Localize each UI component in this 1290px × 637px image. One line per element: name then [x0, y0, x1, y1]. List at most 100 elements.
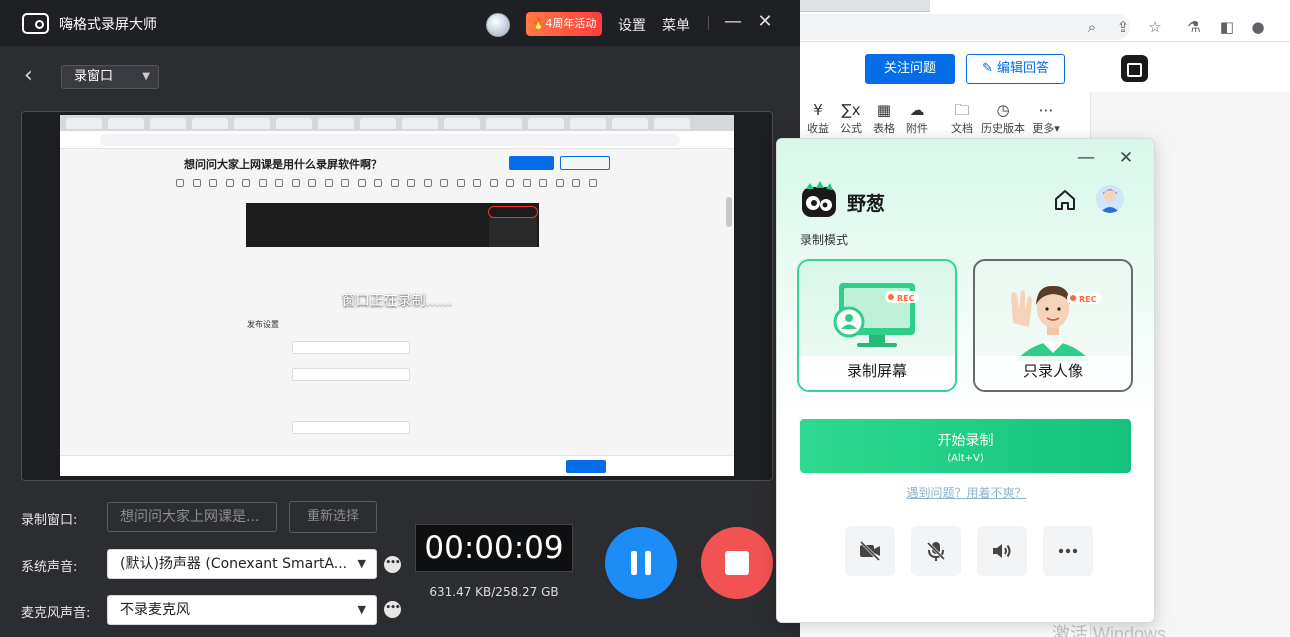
close-icon[interactable]: ✕ [1117, 149, 1135, 167]
preview-urlbar [60, 131, 734, 149]
recorder-window: 嗨格式录屏大师 🔥4周年活动 设置 菜单 — ✕ ‹ 录窗口 ▼ 想问问大家上网… [0, 0, 800, 637]
share-icon[interactable]: ⇪ [1113, 17, 1133, 37]
camera-toggle-button[interactable] [845, 526, 895, 576]
brand-name: 野葱 [847, 193, 886, 215]
preview-tool-icon [588, 179, 597, 187]
recording-timer: 00:00:09 [415, 524, 573, 572]
back-arrow-icon[interactable]: ‹ [24, 64, 44, 88]
record-mode-value: 录窗口 [74, 69, 114, 84]
toolbar-table-button[interactable]: ▦ 表格 [866, 100, 902, 136]
preview-dark-video [246, 203, 539, 247]
preview-tab [150, 118, 186, 129]
minimize-icon[interactable]: — [1077, 149, 1095, 167]
preview-tab [108, 118, 144, 129]
toolbar-document-button[interactable]: 🗀 文档 [944, 100, 980, 136]
system-audio-more-icon[interactable]: ••• [384, 556, 401, 573]
edit-answer-button[interactable]: ✎ 编辑回答 [966, 54, 1065, 84]
start-recording-button[interactable]: 开始录制 (Alt+V) [800, 419, 1131, 473]
preview-tool-icon [440, 179, 448, 187]
user-avatar[interactable] [486, 13, 510, 37]
camera-off-icon [859, 540, 881, 562]
window-title-value: 想问问大家上网课是... [120, 509, 260, 525]
user-avatar[interactable] [1096, 185, 1124, 213]
settings-link[interactable]: 设置 [618, 15, 646, 35]
help-feedback-link[interactable]: 遇到问题？用着不爽？ [777, 484, 1154, 501]
mode-card-portrait[interactable]: REC 只录人像 [973, 259, 1133, 392]
preview-form-title: 发布设置 [247, 320, 279, 329]
address-pill[interactable] [800, 14, 1130, 40]
recorder-tray-icon[interactable] [1121, 55, 1148, 82]
preview-tool-icon [275, 179, 283, 187]
system-audio-label: 系统声音: [21, 560, 78, 575]
preview-scrollbar [726, 197, 732, 227]
preview-field [292, 368, 410, 381]
mic-audio-select[interactable]: 不录麦克风 ▼ [107, 595, 377, 625]
document-icon: 🗀 [954, 101, 970, 119]
pause-button[interactable] [605, 527, 677, 599]
toolbar-label: 公式 [840, 122, 862, 135]
table-icon: ▦ [876, 101, 892, 119]
preview-follow-button [509, 156, 554, 170]
preview-tab [486, 118, 522, 129]
reselect-window-button[interactable]: 重新选择 [289, 501, 377, 533]
preview-tab [528, 118, 564, 129]
preview-tool-icon [242, 179, 250, 187]
revenue-icon: ¥ [813, 101, 823, 119]
title-bar: 嗨格式录屏大师 🔥4周年活动 设置 菜单 — ✕ [0, 0, 800, 46]
mic-audio-label: 麦克风声音: [21, 606, 91, 621]
profile-icon[interactable]: ● [1248, 17, 1268, 37]
toolbar-label: 历史版本 [981, 122, 1025, 135]
toolbar-formula-button[interactable]: ∑x 公式 [833, 100, 869, 136]
camera-logo-icon [22, 13, 49, 34]
toolbar-label: 更多▾ [1032, 122, 1060, 135]
close-icon[interactable]: ✕ [754, 11, 776, 33]
preview-tool-icon [456, 179, 465, 187]
follow-question-button[interactable]: 关注问题 [865, 54, 955, 84]
more-options-button[interactable] [1043, 526, 1093, 576]
preview-tool-icon [572, 179, 580, 187]
toolbar-attachment-button[interactable]: ☁ 附件 [899, 100, 935, 136]
system-audio-select[interactable]: (默认)扬声器 (Conexant SmartA... ▼ [107, 549, 377, 579]
mode-card-portrait-label: 只录人像 [975, 356, 1131, 390]
preview-tool-icon [423, 179, 432, 187]
mic-toggle-button[interactable] [911, 526, 961, 576]
preview-tab [360, 118, 396, 129]
stop-button[interactable] [701, 527, 773, 599]
minimize-icon[interactable]: — [722, 11, 744, 33]
bookmark-star-icon[interactable]: ☆ [1145, 17, 1165, 37]
speaker-toggle-button[interactable] [977, 526, 1027, 576]
preview-tab [234, 118, 270, 129]
app-title: 嗨格式录屏大师 [59, 17, 157, 33]
record-mode-select[interactable]: 录窗口 ▼ [61, 65, 159, 89]
monitor-illustration-icon: REC [833, 283, 919, 347]
more-icon [1058, 548, 1078, 554]
start-recording-shortcut: (Alt+V) [947, 453, 984, 464]
preview-tool-icon [407, 179, 415, 187]
mode-card-screen[interactable]: REC 录制屏幕 [797, 259, 957, 392]
preview-tool-icon [192, 179, 201, 187]
preview-tool-icon [489, 179, 498, 187]
preview-tabbar [60, 115, 734, 131]
toolbar-revenue-button[interactable]: ¥ 收益 [800, 100, 836, 136]
sidepanel-icon[interactable]: ◧ [1217, 17, 1237, 37]
window-title-field[interactable]: 想问问大家上网课是... [107, 502, 277, 532]
toolbar-history-button[interactable]: ◷ 历史版本 [978, 100, 1028, 136]
preview-bottom-bar [60, 455, 734, 476]
toolbar-more-button[interactable]: ⋯ 更多▾ [1028, 100, 1064, 136]
toolbar-label: 附件 [906, 122, 928, 135]
title-separator [708, 16, 709, 30]
mic-audio-more-icon[interactable]: ••• [384, 601, 401, 618]
promo-badge[interactable]: 🔥4周年活动 [526, 12, 602, 36]
zoom-icon[interactable]: ⌕ [1082, 17, 1102, 37]
preview-tool-icon [308, 179, 316, 187]
more-icon: ⋯ [1038, 101, 1054, 119]
preview-toolbar [170, 177, 610, 199]
menu-link[interactable]: 菜单 [662, 15, 690, 35]
preview-tab [570, 118, 606, 129]
preview-tab [66, 118, 102, 129]
preview-tool-icon [258, 179, 267, 187]
extension-flask-icon[interactable]: ⚗ [1184, 17, 1204, 37]
preview-question-title: 想问问大家上网课是用什么录屏软件啊？ [184, 158, 382, 171]
home-icon[interactable] [1053, 188, 1077, 212]
preview-tab [318, 118, 354, 129]
